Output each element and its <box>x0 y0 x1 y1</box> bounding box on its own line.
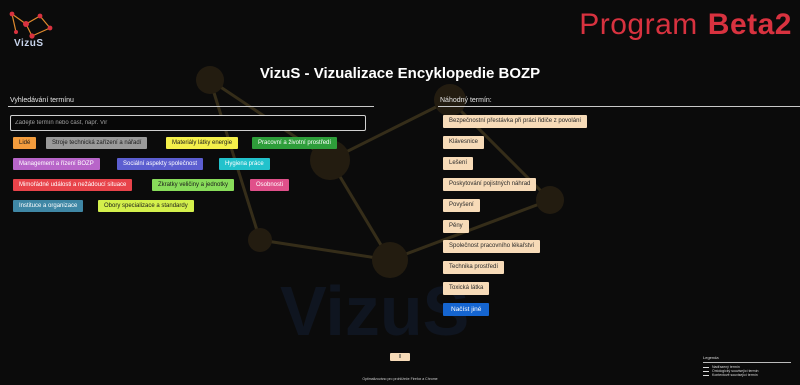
search-section-divider <box>8 106 374 107</box>
reload-random-button[interactable]: Načíst jiné <box>443 303 490 316</box>
program-label: Program <box>579 8 698 41</box>
search-section-label: Vyhledávání termínu <box>10 97 74 104</box>
random-term[interactable]: Pěny <box>443 220 469 233</box>
category-emergencies[interactable]: Mimořádné události a nežádoucí situace <box>13 179 133 191</box>
category-personalities[interactable]: Osobnosti <box>250 179 290 191</box>
legend-title: Legenda <box>703 355 791 363</box>
category-machines[interactable]: Stroje technická zařízení a nářadí <box>46 137 148 149</box>
program-version: Beta2 <box>707 8 792 41</box>
legend: Legenda Nadřazený termín Ontologický sou… <box>703 355 791 377</box>
category-social[interactable]: Sociální aspekty společnost <box>117 158 204 170</box>
category-people[interactable]: Lidé <box>13 137 37 149</box>
random-section-divider <box>438 106 800 107</box>
random-term[interactable]: Lešení <box>443 157 474 170</box>
random-term[interactable]: Technika prostředí <box>443 261 505 274</box>
footer-note: Optimalizováno pro prohlížeče Firefox a … <box>362 377 438 381</box>
category-management[interactable]: Management a řízení BOZP <box>13 158 100 170</box>
random-term[interactable]: Toxická látka <box>443 282 490 295</box>
category-units[interactable]: Zkratky veličiny a jednotky <box>152 179 235 191</box>
watermark-logo-text: VizuS <box>280 272 469 350</box>
pagination-button[interactable]: II <box>390 353 410 361</box>
category-fields[interactable]: Obory specializace a standardy <box>98 200 194 212</box>
legend-line-icon <box>703 374 709 376</box>
random-term[interactable]: Klávesnice <box>443 136 485 149</box>
legend-item-label: Kontextově související termín <box>712 373 758 377</box>
random-term[interactable]: Povyšení <box>443 199 480 212</box>
logo-text: VizuS <box>14 38 44 49</box>
category-institutions[interactable]: Instituce a organizace <box>13 200 84 212</box>
category-environment[interactable]: Pracovní a životní prostředí <box>252 137 338 149</box>
legend-line-icon <box>703 370 709 372</box>
legend-line-icon <box>703 366 709 368</box>
random-term[interactable]: Poskytování pojistných náhrad <box>443 178 537 191</box>
random-section-label: Náhodný termín: <box>440 97 492 104</box>
category-materials[interactable]: Materiály látky energie <box>166 137 239 149</box>
page-title: VizuS - Vizualizace Encyklopedie BOZP <box>259 65 541 82</box>
network-watermark: VizuS <box>196 66 564 350</box>
search-input[interactable] <box>10 115 366 131</box>
random-term[interactable]: Společnost pracovního lékařství <box>443 240 541 253</box>
legend-item: Kontextově související termín <box>703 373 791 377</box>
category-hygiene[interactable]: Hygiena práce <box>219 158 270 170</box>
random-term[interactable]: Bezpečnostní přestávka při práci řidiče … <box>443 115 588 128</box>
program-version-banner: Program Beta2 <box>579 8 792 42</box>
